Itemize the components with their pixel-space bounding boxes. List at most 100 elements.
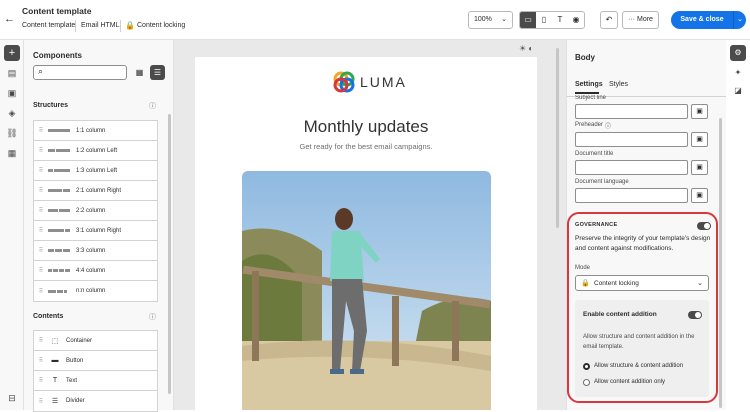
desktop-icon[interactable]: ▭	[520, 12, 536, 28]
tab-styles[interactable]: Styles	[609, 81, 628, 88]
back-arrow-icon[interactable]: ←	[4, 13, 15, 25]
personalize-button[interactable]: ▣	[691, 160, 708, 175]
list-item[interactable]: ⠿ 1:2 column Left	[34, 141, 157, 161]
mode-value: Content locking	[594, 280, 639, 287]
assets-icon[interactable]: ▣	[4, 85, 20, 101]
list-item[interactable]: ⠿ 3:1 column Right	[34, 221, 157, 241]
email-subheadline[interactable]: Get ready for the best email campaigns.	[195, 142, 537, 151]
personalize-button[interactable]: ▣	[691, 104, 708, 119]
document-language-field[interactable]	[575, 188, 688, 203]
divider-icon: ☰	[51, 398, 59, 405]
drag-handle-icon[interactable]: ⠿	[34, 227, 48, 234]
save-dropdown-button[interactable]: ⌄	[733, 11, 746, 29]
drag-handle-icon[interactable]: ⠿	[34, 357, 48, 364]
drag-handle-icon[interactable]: ⠿	[34, 247, 48, 254]
subject-line-label: Subject line	[575, 95, 607, 101]
subject-line-field[interactable]	[575, 104, 688, 119]
tab-content-locking[interactable]: Content locking	[137, 22, 185, 29]
drag-handle-icon[interactable]: ⠿	[34, 267, 48, 274]
page-title: Content template	[22, 6, 92, 16]
container-icon: ⬚	[51, 337, 59, 345]
drag-handle-icon[interactable]: ⠿	[34, 127, 48, 134]
inbox-icon[interactable]: ⊟	[4, 390, 20, 406]
tab-content-template[interactable]: Content template	[22, 22, 75, 29]
text-mode-icon[interactable]: T	[552, 12, 568, 28]
tab-settings[interactable]: Settings	[575, 81, 603, 88]
zoom-select[interactable]: 100% ⌄	[468, 11, 513, 29]
info-icon[interactable]: ⓘ	[149, 312, 156, 322]
more-button[interactable]: ··· More	[622, 11, 659, 29]
drag-handle-icon[interactable]: ⠿	[34, 288, 48, 295]
structure-label: 4:4 column	[76, 267, 106, 274]
scrollbar[interactable]	[556, 48, 559, 228]
components-panel: Components ⌕ ▦ ☰ Structures ⓘ ⠿ 1:1 colum…	[24, 40, 174, 412]
personalize-button[interactable]: ▣	[691, 132, 708, 147]
mobile-icon[interactable]: ▯	[536, 12, 552, 28]
components-title: Components	[33, 51, 82, 60]
governance-title: GOVERNANCE	[575, 222, 618, 228]
hero-image[interactable]	[242, 171, 491, 410]
email-headline[interactable]: Monthly updates	[195, 117, 537, 137]
list-item[interactable]: ⠿ 3:3 column	[34, 241, 157, 261]
document-title-field[interactable]	[575, 160, 688, 175]
list-item[interactable]: ⠿ ⬚ Container	[34, 331, 157, 351]
document-title-label: Document title	[575, 151, 614, 157]
list-view-icon[interactable]: ☰	[150, 65, 165, 80]
list-item[interactable]: ⠿ 1:1 column	[34, 121, 157, 141]
layers-icon[interactable]: ▤	[4, 65, 20, 81]
panel-title: Body	[575, 53, 595, 62]
theme-toggle-icon[interactable]: ☀ ◐	[519, 44, 533, 53]
scrollbar[interactable]	[168, 114, 171, 394]
preview-eye-icon[interactable]: ◉	[568, 12, 584, 28]
list-item[interactable]: ⠿ 4:4 column	[34, 261, 157, 281]
personalize-button[interactable]: ▣	[691, 188, 708, 203]
scrollbar[interactable]	[719, 118, 722, 408]
add-icon[interactable]: +	[4, 45, 20, 61]
drag-handle-icon[interactable]: ⠿	[34, 207, 48, 214]
list-item[interactable]: ⠿ 2:2 column	[34, 201, 157, 221]
undo-icon: ↶	[605, 15, 613, 24]
info-icon[interactable]: ⓘ	[149, 101, 156, 111]
search-input[interactable]: ⌕	[33, 65, 127, 80]
preheader-field[interactable]	[575, 132, 688, 147]
structure-label: 1:3 column Left	[76, 167, 118, 174]
list-item[interactable]: ⠿ n:n column	[34, 281, 157, 301]
undo-button[interactable]: ↶	[600, 11, 618, 29]
mode-select[interactable]: 🔒 Content locking ⌄	[575, 275, 709, 291]
link-icon[interactable]: ⛓	[4, 125, 20, 141]
enable-content-addition-label: Enable content addition	[583, 311, 657, 318]
magic-wand-icon[interactable]: ✦	[730, 65, 746, 81]
list-item[interactable]: ⠿ ☰ Divider	[34, 391, 157, 411]
drag-handle-icon[interactable]: ⠿	[34, 377, 48, 384]
structure-label: 2:1 column Right	[76, 187, 122, 194]
radio-content-only[interactable]	[583, 379, 590, 386]
structure-label: 3:1 column Right	[76, 227, 122, 234]
list-item[interactable]: ⠿ 2:1 column Right	[34, 181, 157, 201]
stack-icon[interactable]: ◈	[4, 105, 20, 121]
email-body[interactable]: LUMA Monthly updates Get ready for the b…	[195, 57, 537, 410]
content-label: Text	[66, 377, 78, 384]
contents-list: ⠿ ⬚ Container ⠿ ▬ Button ⠿ T Text ⠿ ☰ Divider	[33, 330, 158, 412]
drag-handle-icon[interactable]: ⠿	[34, 398, 48, 405]
save-close-button[interactable]: Save & close	[671, 11, 733, 29]
radio-label: Allow structure & content addition	[594, 363, 684, 369]
governance-toggle[interactable]	[697, 222, 711, 230]
fragments-icon[interactable]: ▦	[4, 145, 20, 161]
info-icon[interactable]: ⓘ	[605, 121, 611, 130]
drag-handle-icon[interactable]: ⠿	[34, 337, 48, 344]
list-item[interactable]: ⠿ T Text	[34, 371, 157, 391]
settings-sliders-icon[interactable]: ⚙	[730, 45, 746, 61]
drag-handle-icon[interactable]: ⠿	[34, 187, 48, 194]
list-item[interactable]: ⠿ 1:3 column Left	[34, 161, 157, 181]
content-addition-toggle[interactable]	[688, 311, 702, 319]
device-toggle-group: ▭ ▯ T ◉	[519, 11, 585, 29]
grid-view-icon[interactable]: ▦	[132, 65, 147, 80]
radio-structure-content[interactable]	[583, 363, 590, 370]
validate-icon[interactable]: ◪	[730, 83, 746, 99]
list-item[interactable]: ⠿ ▬ Button	[34, 351, 157, 371]
chevron-down-icon: ⌄	[697, 280, 703, 287]
tab-email-html[interactable]: Email HTML	[81, 22, 120, 29]
content-addition-description: Allow structure and content addition in …	[583, 334, 695, 350]
drag-handle-icon[interactable]: ⠿	[34, 147, 48, 154]
drag-handle-icon[interactable]: ⠿	[34, 167, 48, 174]
